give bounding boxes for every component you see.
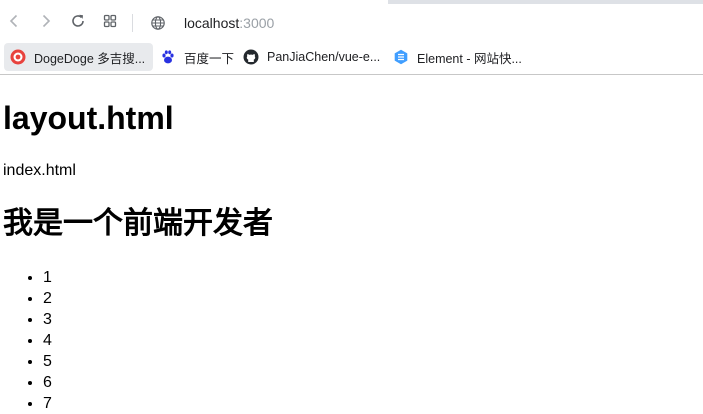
bookmarks-bar: DogeDoge 多吉搜... 百度一下 PanJiaChen/vue-e...… — [0, 42, 703, 75]
browser-toolbar: localhost:3000 — [0, 4, 703, 42]
apps-button[interactable] — [96, 9, 124, 37]
url-host: localhost — [184, 15, 240, 31]
list-item: 7 — [43, 393, 52, 414]
element-icon — [393, 49, 409, 65]
github-icon — [243, 49, 259, 65]
dogedoge-icon — [10, 49, 26, 65]
bookmark-label: 百度一下 — [184, 51, 235, 66]
page-title: layout.html — [3, 100, 174, 136]
bookmark-github-vue[interactable]: PanJiaChen/vue-e... — [241, 43, 386, 71]
reload-icon — [70, 13, 86, 34]
arrow-left-icon — [6, 13, 22, 34]
list-item: 2 — [43, 288, 52, 309]
apps-grid-icon — [102, 13, 118, 34]
back-button[interactable] — [0, 9, 28, 37]
page-subheading: 我是一个前端开发者 — [3, 206, 273, 241]
number-list: 1 2 3 4 5 6 7 — [3, 267, 52, 414]
site-info-icon[interactable] — [149, 14, 167, 32]
reload-button[interactable] — [64, 9, 92, 37]
bookmark-element[interactable]: Element - 网站快... — [391, 43, 528, 71]
page-content: layout.html index.html 我是一个前端开发者 1 2 3 4… — [0, 75, 703, 414]
arrow-right-icon — [38, 13, 54, 34]
bookmark-baidu[interactable]: 百度一下 — [158, 43, 240, 71]
page-paragraph: index.html — [3, 162, 76, 179]
list-item: 1 — [43, 267, 52, 288]
forward-button[interactable] — [32, 9, 60, 37]
bookmark-label: Element - 网站快... — [417, 51, 522, 66]
address-bar[interactable]: localhost:3000 — [184, 15, 274, 31]
list-item: 5 — [43, 351, 52, 372]
bookmark-label: DogeDoge 多吉搜... — [34, 51, 146, 66]
bookmark-dogedoge[interactable]: DogeDoge 多吉搜... — [4, 43, 154, 71]
list-item: 4 — [43, 330, 52, 351]
bookmark-label: PanJiaChen/vue-e... — [267, 50, 381, 64]
url-port: :3000 — [239, 15, 275, 31]
toolbar-separator — [132, 14, 133, 32]
baidu-paw-icon — [160, 49, 176, 65]
list-item: 3 — [43, 309, 52, 330]
list-item: 6 — [43, 372, 52, 393]
